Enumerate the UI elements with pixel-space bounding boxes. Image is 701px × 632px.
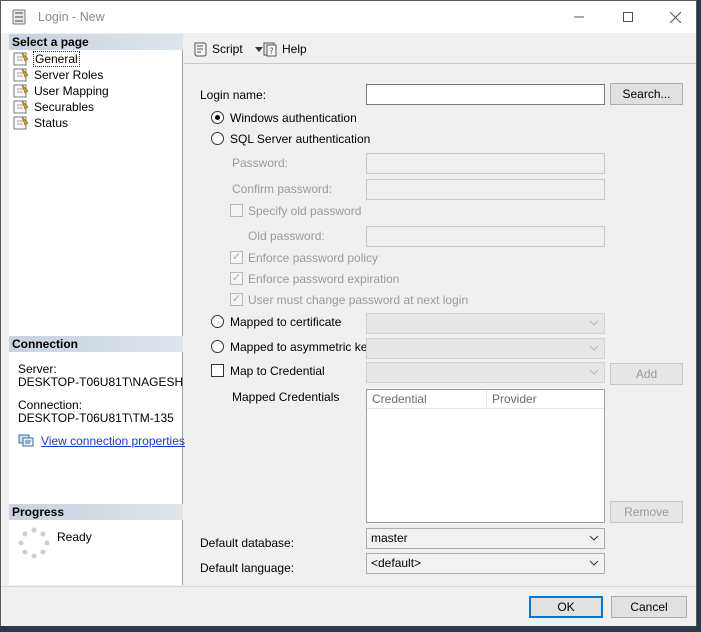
progress-header: Progress — [9, 504, 183, 520]
login-new-dialog: Login - New Select a page General Server… — [0, 0, 697, 626]
help-button[interactable]: ? Help — [262, 40, 307, 58]
page-item-label: Server Roles — [34, 68, 104, 82]
add-credential-button[interactable]: Add — [610, 363, 683, 385]
windows-auth-label: Windows authentication — [230, 111, 357, 125]
default-language-label: Default language: — [200, 561, 295, 575]
enforce-expiration-checkbox[interactable]: ✓ — [230, 272, 243, 285]
script-icon — [194, 42, 207, 57]
default-database-label: Default database: — [200, 536, 295, 550]
general-page: Login name: Search... Windows authentica… — [184, 65, 696, 585]
maximize-button[interactable] — [605, 1, 651, 33]
page-item-server-roles[interactable]: Server Roles — [13, 67, 103, 83]
chevron-down-icon — [589, 560, 599, 566]
maximize-icon — [623, 12, 633, 22]
page-item-label: Securables — [34, 100, 95, 114]
asym-key-combo[interactable] — [366, 338, 605, 359]
script-button[interactable]: Script — [192, 40, 269, 58]
close-button[interactable] — [652, 1, 698, 33]
sql-auth-label: SQL Server authentication — [230, 132, 371, 146]
sql-auth-radio[interactable] — [211, 132, 224, 145]
confirm-password-input[interactable] — [366, 179, 605, 200]
remove-credential-button[interactable]: Remove — [610, 501, 683, 523]
page-item-label: General — [33, 51, 80, 67]
enforce-expiration-label: Enforce password expiration — [248, 272, 400, 286]
provider-column-header[interactable]: Provider — [487, 390, 604, 409]
password-input[interactable] — [366, 153, 605, 174]
chevron-down-icon — [589, 535, 599, 541]
chevron-down-icon — [589, 320, 599, 326]
page-item-label: User Mapping — [34, 84, 109, 98]
dialog-button-bar: OK Cancel — [1, 586, 696, 626]
connection-properties-icon — [18, 434, 34, 447]
ok-button[interactable]: OK — [529, 596, 603, 618]
page-icon — [13, 116, 29, 130]
database-icon — [12, 9, 26, 25]
default-language-select[interactable]: <default> — [366, 553, 605, 574]
must-change-checkbox[interactable]: ✓ — [230, 293, 243, 306]
map-credential-label: Map to Credential — [230, 364, 325, 378]
minimize-button[interactable] — [556, 1, 602, 33]
connection-label: Connection: — [18, 398, 83, 412]
certificate-combo[interactable] — [366, 313, 605, 334]
page-icon — [13, 100, 29, 114]
enforce-policy-checkbox[interactable]: ✓ — [230, 251, 243, 264]
view-connection-properties-link[interactable]: View connection properties — [41, 434, 185, 448]
chevron-down-icon — [589, 369, 599, 375]
credential-combo[interactable] — [366, 362, 605, 383]
page-item-user-mapping[interactable]: User Mapping — [13, 83, 109, 99]
map-credential-checkbox[interactable] — [211, 364, 224, 377]
password-label: Password: — [232, 156, 289, 170]
login-name-input[interactable] — [366, 84, 605, 105]
page-item-status[interactable]: Status — [13, 115, 68, 131]
mapped-asym-key-label: Mapped to asymmetric key — [230, 340, 374, 354]
toolbar: Script ? Help — [184, 34, 696, 64]
page-icon — [13, 84, 29, 98]
title-bar: Login - New — [1, 1, 696, 33]
mapped-credentials-grid[interactable]: Credential Provider — [366, 389, 605, 523]
progress-spinner-icon — [18, 527, 50, 559]
page-item-general[interactable]: General — [13, 51, 80, 67]
old-password-input[interactable] — [366, 226, 605, 247]
cancel-button[interactable]: Cancel — [611, 596, 687, 618]
select-page-header: Select a page — [9, 34, 183, 50]
connection-header: Connection — [9, 336, 183, 352]
page-icon — [13, 52, 29, 66]
connection-value: DESKTOP-T06U81T\TM-135 — [18, 411, 174, 425]
default-database-select[interactable]: master — [366, 528, 605, 549]
confirm-password-label: Confirm password: — [232, 182, 333, 196]
default-language-value: <default> — [371, 556, 422, 570]
server-label: Server: — [18, 362, 57, 376]
mapped-certificate-radio[interactable] — [211, 315, 224, 328]
svg-text:?: ? — [269, 47, 274, 57]
must-change-label: User must change password at next login — [248, 293, 469, 307]
mapped-asym-key-radio[interactable] — [211, 340, 224, 353]
progress-status: Ready — [57, 530, 92, 544]
left-pane: Select a page General Server Roles User … — [9, 34, 185, 585]
old-password-label: Old password: — [248, 229, 325, 243]
view-connection-properties[interactable]: View connection properties — [18, 434, 185, 448]
specify-old-password-label: Specify old password — [248, 204, 362, 218]
minimize-icon — [574, 16, 584, 18]
default-database-value: master — [371, 531, 408, 545]
search-button[interactable]: Search... — [610, 83, 683, 105]
mapped-certificate-label: Mapped to certificate — [230, 315, 342, 329]
login-name-label: Login name: — [200, 88, 267, 102]
mapped-credentials-label: Mapped Credentials — [232, 390, 340, 404]
window-title: Login - New — [38, 10, 105, 24]
page-icon — [13, 68, 29, 82]
close-icon — [669, 11, 681, 23]
enforce-policy-label: Enforce password policy — [248, 251, 379, 265]
page-item-securables[interactable]: Securables — [13, 99, 94, 115]
windows-auth-radio[interactable] — [211, 111, 224, 124]
credential-column-header[interactable]: Credential — [367, 390, 487, 409]
help-label: Help — [282, 42, 307, 56]
page-item-label: Status — [34, 116, 69, 130]
script-label: Script — [212, 42, 243, 56]
server-value: DESKTOP-T06U81T\NAGESHSQ — [18, 375, 183, 389]
chevron-down-icon — [589, 345, 599, 351]
specify-old-password-checkbox[interactable] — [230, 204, 243, 217]
help-icon: ? — [263, 42, 277, 57]
